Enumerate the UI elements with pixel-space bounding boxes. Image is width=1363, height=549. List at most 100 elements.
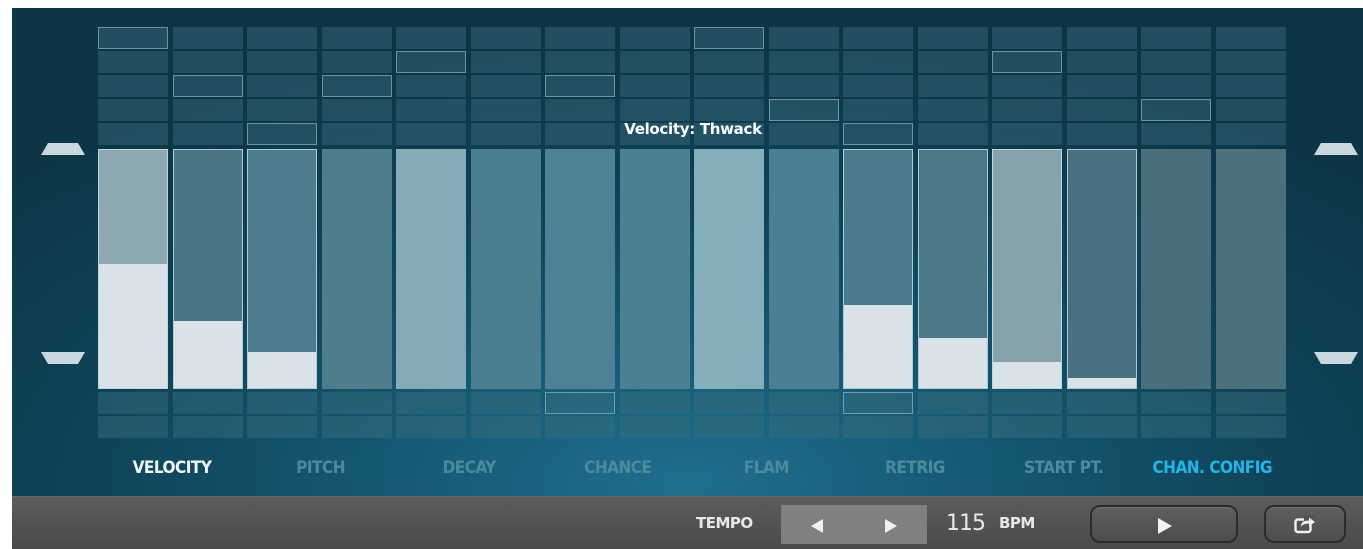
grid-cell[interactable] [396,392,467,414]
velocity-bar[interactable] [768,149,839,389]
step-column[interactable] [619,27,690,438]
tab-chan-config[interactable]: CHAN. CONFIG [1138,453,1286,483]
grid-cell[interactable] [545,99,616,121]
grid-cell[interactable] [470,27,541,49]
grid-cell[interactable] [619,75,690,97]
scroll-down-right-button[interactable] [1314,352,1358,382]
grid-cell[interactable] [1141,75,1212,97]
grid-cell[interactable] [768,123,839,145]
grid-cell[interactable] [98,99,168,121]
share-button[interactable] [1264,505,1346,543]
step-column[interactable] [1141,27,1212,438]
grid-cell[interactable] [470,99,541,121]
velocity-bar[interactable] [98,149,168,389]
grid-cell[interactable] [694,51,765,73]
grid-cell[interactable] [396,75,467,97]
play-button[interactable] [1090,505,1238,543]
grid-cell[interactable] [545,27,616,49]
grid-cell[interactable] [247,51,318,73]
step-column[interactable] [98,27,168,438]
grid-cell[interactable] [768,27,839,49]
grid-cell[interactable] [694,416,765,438]
grid-cell[interactable] [1215,51,1286,73]
step-column[interactable] [768,27,839,438]
grid-cell[interactable] [396,416,467,438]
tab-decay[interactable]: DECAY [395,453,543,483]
step-column[interactable] [843,27,914,438]
grid-cell[interactable] [1066,27,1137,49]
grid-cell[interactable] [992,123,1063,145]
grid-cell[interactable] [843,416,914,438]
grid-cell[interactable] [247,416,318,438]
velocity-bar[interactable] [247,149,318,389]
grid-cell[interactable] [843,99,914,121]
grid-cell[interactable] [321,27,392,49]
tab-pitch[interactable]: PITCH [247,453,395,483]
step-column[interactable] [992,27,1063,438]
grid-cell[interactable] [917,123,988,145]
step-column[interactable] [470,27,541,438]
grid-cell[interactable] [321,123,392,145]
grid-cell[interactable] [1141,27,1212,49]
grid-cell[interactable] [1215,75,1286,97]
grid-cell[interactable] [768,75,839,97]
grid-cell[interactable] [172,123,243,145]
grid-cell[interactable] [768,392,839,414]
grid-cell[interactable] [1066,392,1137,414]
grid-cell[interactable] [843,392,914,414]
velocity-bar[interactable] [321,149,392,389]
grid-cell[interactable] [1066,416,1137,438]
grid-cell[interactable] [768,99,839,121]
velocity-bar[interactable] [992,149,1063,389]
tempo-decrease-button[interactable] [781,505,854,544]
tab-chance[interactable]: CHANCE [544,453,692,483]
grid-cell[interactable] [694,75,765,97]
tab-flam[interactable]: FLAM [692,453,840,483]
grid-cell[interactable] [321,75,392,97]
grid-cell[interactable] [843,75,914,97]
velocity-bar[interactable] [917,149,988,389]
step-column[interactable] [694,27,765,438]
grid-cell[interactable] [619,27,690,49]
grid-cell[interactable] [98,416,168,438]
step-column[interactable] [545,27,616,438]
grid-cell[interactable] [694,27,765,49]
grid-cell[interactable] [545,75,616,97]
grid-cell[interactable] [396,51,467,73]
grid-cell[interactable] [1066,99,1137,121]
grid-cell[interactable] [992,27,1063,49]
grid-cell[interactable] [619,416,690,438]
grid-cell[interactable] [98,75,168,97]
scroll-up-right-button[interactable] [1314,113,1358,155]
tab-retrig[interactable]: RETRIG [841,453,989,483]
grid-cell[interactable] [1141,99,1212,121]
step-column[interactable] [1215,27,1286,438]
grid-cell[interactable] [98,51,168,73]
grid-cell[interactable] [247,99,318,121]
step-column[interactable] [396,27,467,438]
grid-cell[interactable] [619,392,690,414]
tempo-increase-button[interactable] [854,505,927,544]
step-column[interactable] [321,27,392,438]
grid-cell[interactable] [545,416,616,438]
grid-cell[interactable] [545,123,616,145]
grid-cell[interactable] [321,51,392,73]
grid-cell[interactable] [1215,123,1286,145]
grid-cell[interactable] [1215,392,1286,414]
grid-cell[interactable] [917,99,988,121]
velocity-bar[interactable] [545,149,616,389]
grid-cell[interactable] [992,99,1063,121]
grid-cell[interactable] [247,123,318,145]
grid-cell[interactable] [843,27,914,49]
velocity-bar[interactable] [1215,149,1286,389]
velocity-bar[interactable] [396,149,467,389]
grid-cell[interactable] [172,51,243,73]
scroll-up-left-button[interactable] [41,113,85,155]
grid-cell[interactable] [843,51,914,73]
grid-cell[interactable] [694,99,765,121]
grid-cell[interactable] [470,123,541,145]
grid-cell[interactable] [470,392,541,414]
grid-cell[interactable] [1066,75,1137,97]
grid-cell[interactable] [1141,123,1212,145]
tab-start-pt[interactable]: START PT. [990,453,1138,483]
